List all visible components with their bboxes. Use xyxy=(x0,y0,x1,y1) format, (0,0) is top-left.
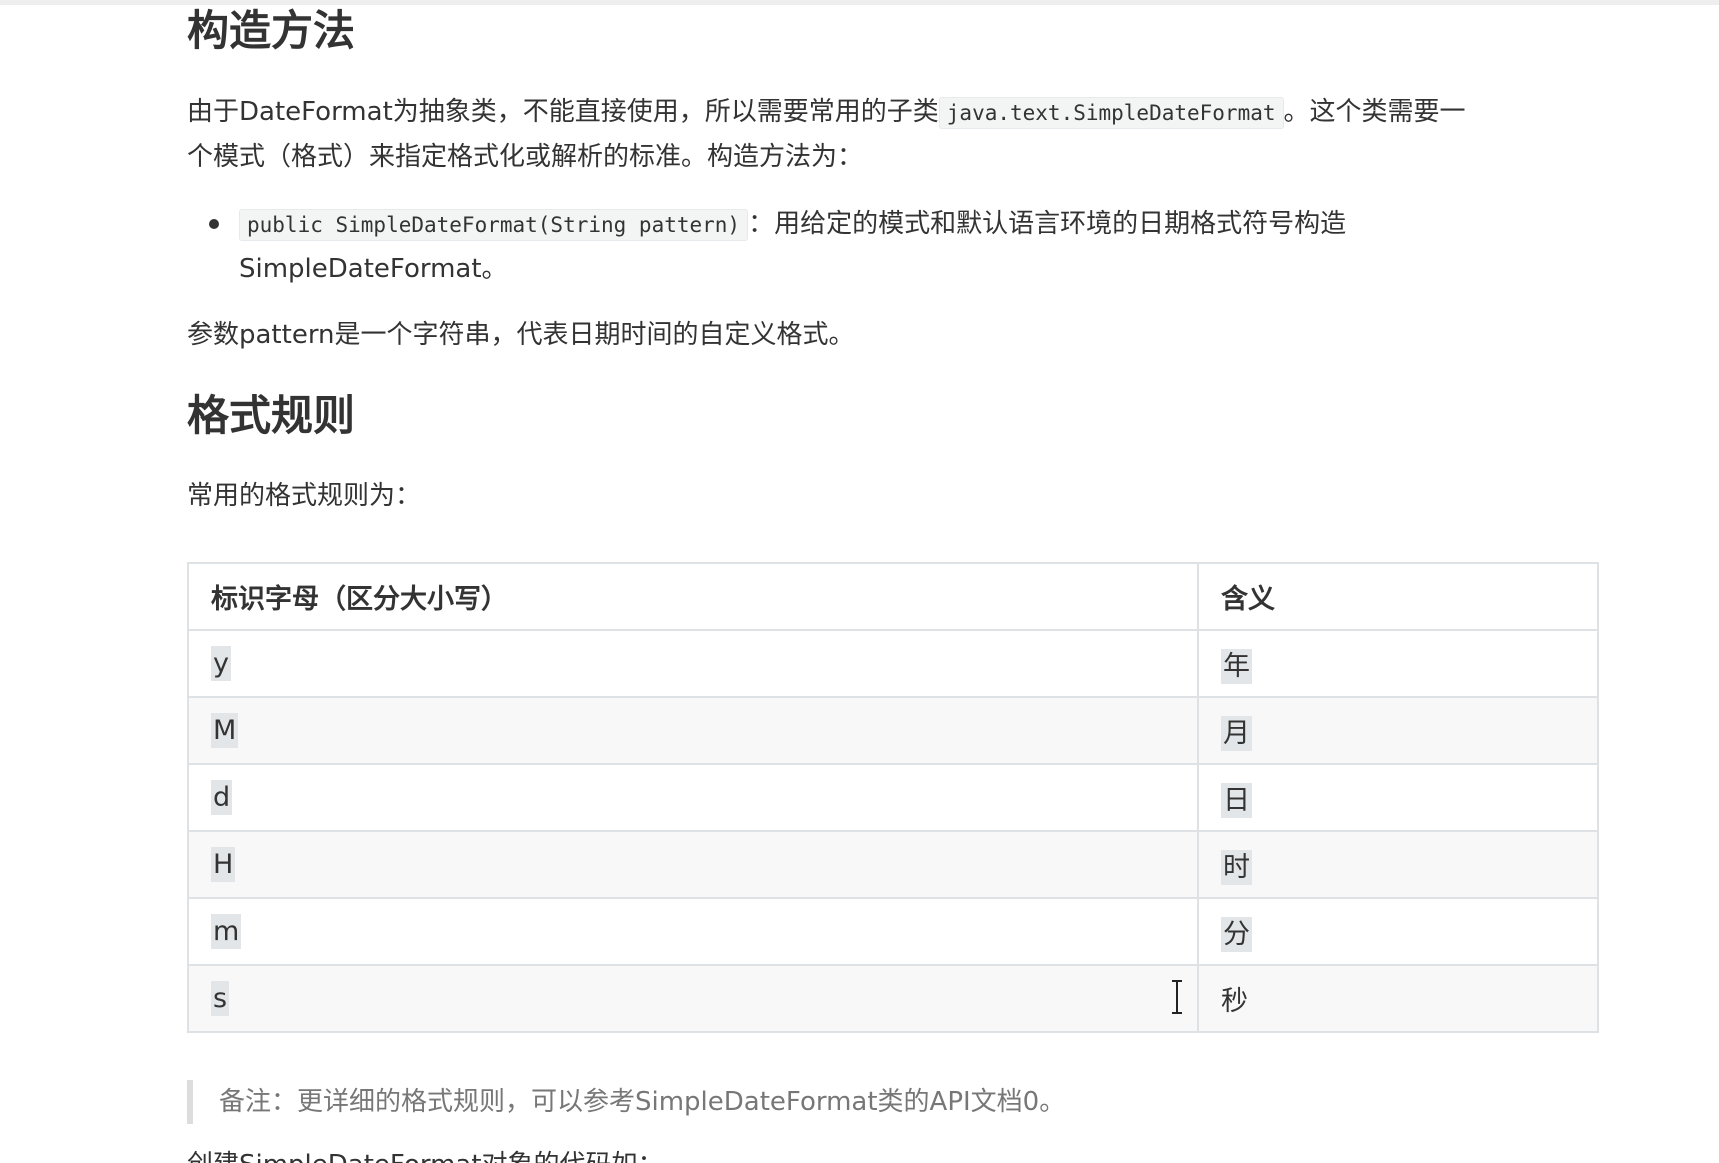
table-row: H 时 xyxy=(187,830,1599,899)
top-edge xyxy=(0,0,1719,5)
table-header-row: 标识字母（区分大小写） 含义 xyxy=(187,562,1599,631)
cell-text: 时 xyxy=(1221,850,1252,885)
inline-code: public SimpleDateFormat(String pattern) xyxy=(239,209,749,241)
format-rules-table: 标识字母（区分大小写） 含义 y 年 M 月 d 日 H 时 m 分 s 秒 xyxy=(187,562,1599,1033)
heading-constructor: 构造方法 xyxy=(187,6,356,55)
list-item-text: ：用给定的模式和默认语言环境的日期格式符号构造 xyxy=(748,209,1347,239)
bullet-icon xyxy=(209,219,219,229)
table-header-cell: 含义 xyxy=(1197,562,1599,631)
cell-text: 年 xyxy=(1221,649,1252,684)
paragraph-dateformat-line2: 个模式（格式）来指定格式化或解析的标准。构造方法为： xyxy=(187,142,864,172)
table-cell: 年 xyxy=(1197,629,1599,698)
table-row: M 月 xyxy=(187,696,1599,765)
paragraph-create-object: 创建SimpleDateFormat对象的代码如： xyxy=(187,1145,664,1163)
text-cursor-icon xyxy=(1172,980,1182,1014)
table-row: s 秒 xyxy=(187,964,1599,1033)
table-cell: 分 xyxy=(1197,897,1599,966)
table-cell: M xyxy=(187,696,1199,765)
cell-text: 分 xyxy=(1221,917,1252,952)
cell-text: m xyxy=(211,914,242,949)
paragraph-text: 。这个类需要一 xyxy=(1283,97,1466,127)
paragraph-dateformat: 由于DateFormat为抽象类，不能直接使用，所以需要常用的子类 java.te… xyxy=(187,90,1466,136)
cell-text: H xyxy=(211,847,236,882)
table-cell: 月 xyxy=(1197,696,1599,765)
table-cell: s xyxy=(187,964,1199,1033)
cell-text: 月 xyxy=(1221,716,1252,751)
cell-text: d xyxy=(211,780,233,815)
blockquote-note: 备注：更详细的格式规则，可以参考SimpleDateFormat类的API文档0… xyxy=(219,1087,1066,1117)
paragraph-rules-intro: 常用的格式规则为： xyxy=(187,481,422,511)
table-cell: 日 xyxy=(1197,763,1599,832)
paragraph-text: 由于DateFormat为抽象类，不能直接使用，所以需要常用的子类 xyxy=(187,97,939,127)
table-cell: d xyxy=(187,763,1199,832)
table-row: y 年 xyxy=(187,629,1599,698)
cell-text: y xyxy=(211,646,231,681)
cell-text: 秒 xyxy=(1221,986,1248,1017)
table-row: d 日 xyxy=(187,763,1599,832)
heading-format-rules: 格式规则 xyxy=(187,391,356,440)
cell-text: M xyxy=(211,713,239,748)
table-cell: 时 xyxy=(1197,830,1599,899)
table-cell: m xyxy=(187,897,1199,966)
table-row: m 分 xyxy=(187,897,1599,966)
table-header-cell: 标识字母（区分大小写） xyxy=(187,562,1199,631)
cell-text: 日 xyxy=(1221,783,1252,818)
table-cell: y xyxy=(187,629,1199,698)
list-item-constructor: public SimpleDateFormat(String pattern)：… xyxy=(239,202,1346,248)
table-cell: 秒 xyxy=(1197,964,1599,1033)
inline-code: java.text.SimpleDateFormat xyxy=(938,97,1284,129)
blockquote-bar xyxy=(187,1080,193,1124)
paragraph-pattern: 参数pattern是一个字符串，代表日期时间的自定义格式。 xyxy=(187,320,855,350)
table-cell: H xyxy=(187,830,1199,899)
cell-text: s xyxy=(211,981,230,1016)
list-item-line2: SimpleDateFormat。 xyxy=(239,254,508,284)
